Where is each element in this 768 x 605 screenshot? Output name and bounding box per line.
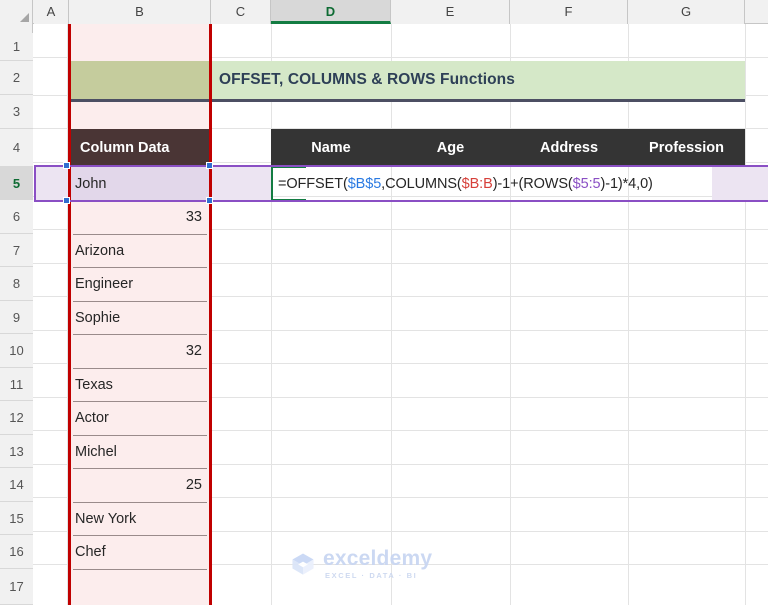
row-header-9[interactable]: 9 bbox=[0, 301, 33, 334]
formula-cell-d5[interactable]: =OFFSET($B$5,COLUMNS($B:B)-1+(ROWS($5:5)… bbox=[273, 167, 743, 200]
formula-token: $B$5 bbox=[347, 175, 382, 192]
formula-token: =OFFSET( bbox=[278, 175, 348, 192]
column-b-separator bbox=[73, 301, 207, 302]
column-b-cell[interactable]: Texas bbox=[69, 368, 211, 401]
row-header-strip: 1 2 3 4 5 6 7 8 9 10 11 12 13 14 15 16 17 bbox=[0, 24, 33, 605]
column-b-cell[interactable]: 25 bbox=[69, 468, 211, 501]
row-header-7[interactable]: 7 bbox=[0, 234, 33, 267]
column-b-cell[interactable]: Michel bbox=[69, 435, 211, 468]
column-b-separator bbox=[73, 401, 207, 402]
banner-cell-b2 bbox=[69, 61, 211, 99]
trace-border-top bbox=[34, 165, 768, 167]
column-b-cell[interactable]: New York bbox=[69, 502, 211, 535]
column-b-cell[interactable]: John bbox=[69, 167, 211, 200]
trace-border-left bbox=[34, 165, 36, 201]
header-name: Name bbox=[311, 140, 351, 156]
banner-title: OFFSET, COLUMNS & ROWS Functions bbox=[219, 71, 515, 88]
header-column-data: Column Data bbox=[80, 140, 170, 156]
column-b-cell[interactable]: Chef bbox=[69, 535, 211, 568]
column-b-separator bbox=[73, 502, 207, 503]
row-header-4[interactable]: 4 bbox=[0, 129, 33, 167]
header-profession: Profession bbox=[649, 140, 724, 156]
selected-cell-c5[interactable] bbox=[211, 167, 271, 200]
row-header-14[interactable]: 14 bbox=[0, 468, 33, 502]
trace-border-bottom bbox=[34, 200, 768, 202]
row-header-2[interactable]: 2 bbox=[0, 61, 33, 95]
selection-handle-bottom-left[interactable] bbox=[63, 197, 70, 204]
row-header-13[interactable]: 13 bbox=[0, 435, 33, 468]
row-header-6[interactable]: 6 bbox=[0, 200, 33, 234]
column-b-cell[interactable]: Arizona bbox=[69, 234, 211, 267]
column-b-separator bbox=[73, 368, 207, 369]
header-age: Age bbox=[436, 140, 465, 156]
column-b-separator bbox=[73, 535, 207, 536]
gridline bbox=[628, 24, 629, 605]
selected-cell-a5[interactable] bbox=[34, 167, 69, 200]
column-b-cell[interactable]: 32 bbox=[69, 334, 211, 367]
row-header-11[interactable]: 11 bbox=[0, 368, 33, 401]
selection-handle-bottom-right[interactable] bbox=[206, 197, 213, 204]
column-b-cell[interactable]: Sophie bbox=[69, 301, 211, 334]
formula-token: $5:5 bbox=[572, 175, 601, 192]
gridline bbox=[391, 24, 392, 605]
selection-handle-top-right[interactable] bbox=[206, 162, 213, 169]
formula-token: )-1)*4,0) bbox=[600, 175, 653, 192]
select-all-corner[interactable] bbox=[0, 0, 33, 24]
column-header-b[interactable]: B bbox=[69, 0, 211, 24]
formula-token: $B:B bbox=[461, 175, 493, 192]
row-header-17[interactable]: 17 bbox=[0, 569, 33, 605]
gridline bbox=[510, 24, 511, 605]
row-header-10[interactable]: 10 bbox=[0, 334, 33, 368]
column-b-cell[interactable]: 33 bbox=[69, 200, 211, 233]
row-header-3[interactable]: 3 bbox=[0, 95, 33, 129]
header-address: Address bbox=[539, 140, 599, 156]
gridline bbox=[745, 24, 746, 605]
column-header-c[interactable]: C bbox=[211, 0, 271, 24]
banner-underline bbox=[69, 99, 745, 102]
column-b-separator bbox=[73, 334, 207, 335]
column-b-cell[interactable]: Engineer bbox=[69, 267, 211, 300]
column-header-e[interactable]: E bbox=[391, 0, 510, 24]
formula-text: =OFFSET($B$5,COLUMNS($B:B)-1+(ROWS($5:5)… bbox=[278, 176, 653, 192]
excel-worksheet: OFFSET, COLUMNS & ROWS Functions Column … bbox=[0, 0, 768, 605]
row-header-15[interactable]: 15 bbox=[0, 502, 33, 535]
column-header-g[interactable]: G bbox=[628, 0, 745, 24]
selection-handle-top-left[interactable] bbox=[63, 162, 70, 169]
range-border-right bbox=[209, 24, 212, 605]
formula-token: )-1+(ROWS( bbox=[492, 175, 573, 192]
range-border-left bbox=[68, 24, 71, 605]
column-header-f[interactable]: F bbox=[510, 0, 628, 24]
column-b-separator bbox=[73, 468, 207, 469]
column-header-strip: ABCDEFG bbox=[0, 0, 768, 24]
gridline bbox=[271, 24, 272, 605]
row-header-5[interactable]: 5 bbox=[0, 167, 33, 200]
row-header-12[interactable]: 12 bbox=[0, 401, 33, 435]
column-b-separator bbox=[73, 267, 207, 268]
column-b-separator bbox=[73, 234, 207, 235]
column-b-separator bbox=[73, 435, 207, 436]
column-b-separator bbox=[73, 569, 207, 570]
column-header-a[interactable]: A bbox=[34, 0, 69, 24]
column-b-cell[interactable]: Actor bbox=[69, 401, 211, 434]
row-header-1[interactable]: 1 bbox=[0, 33, 33, 61]
column-header-d[interactable]: D bbox=[271, 0, 391, 24]
formula-token: ,COLUMNS( bbox=[381, 175, 462, 192]
row-header-8[interactable]: 8 bbox=[0, 267, 33, 301]
row-header-16[interactable]: 16 bbox=[0, 535, 33, 569]
